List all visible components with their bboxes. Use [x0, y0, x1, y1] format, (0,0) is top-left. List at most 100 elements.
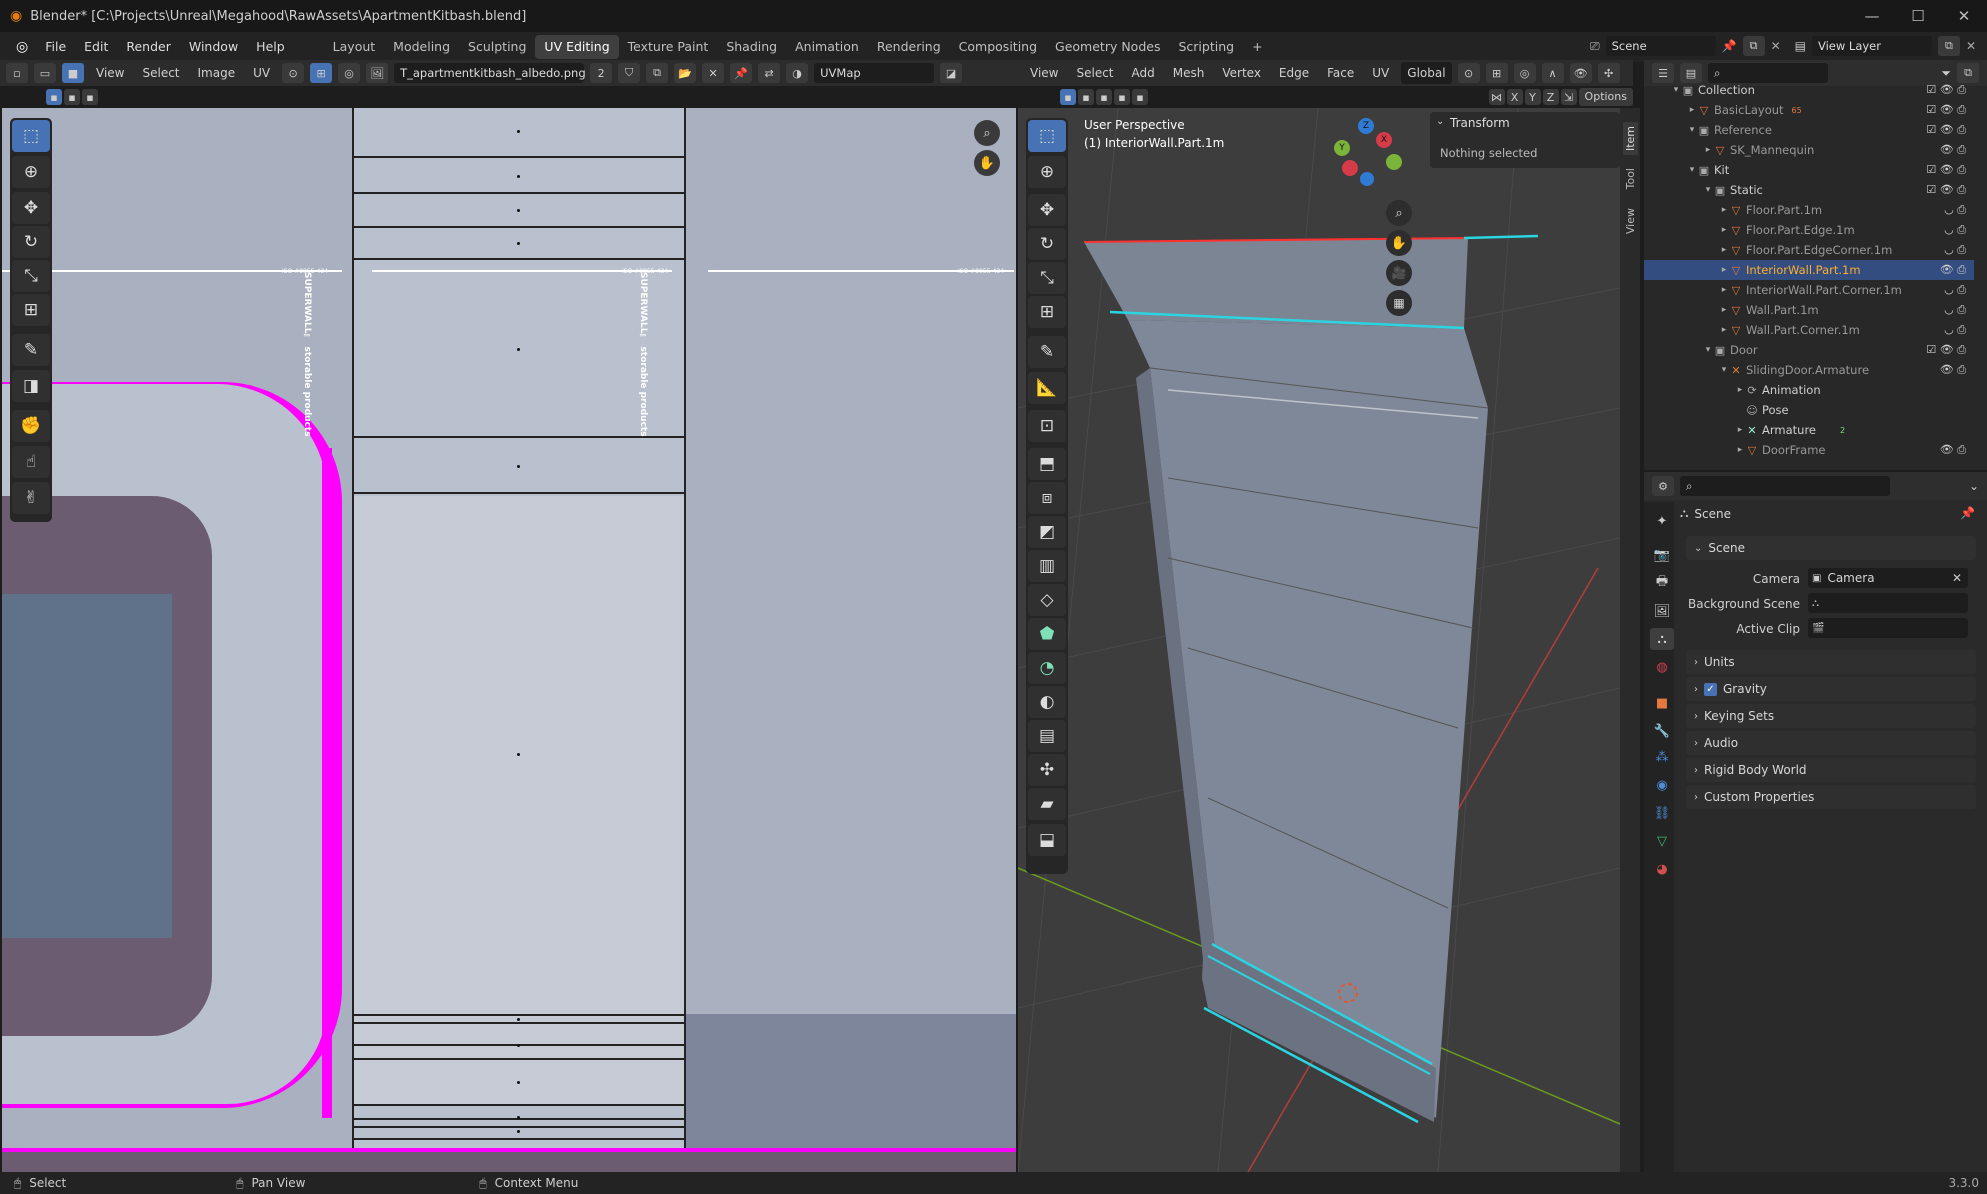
object-tab-icon[interactable]: ■	[1650, 692, 1674, 714]
image-users-count[interactable]: 2	[590, 63, 613, 83]
expand-arrow-icon[interactable]: ›	[1694, 738, 1698, 749]
visibility-toggles[interactable]: ☑ 👁 ⎙	[1926, 183, 1966, 197]
pivot-point-icon[interactable]: ⊙	[1457, 63, 1480, 83]
expand-arrow-icon[interactable]: ▸	[1718, 305, 1730, 315]
options-dropdown[interactable]: Options	[1578, 88, 1633, 106]
vp-zoom-icon[interactable]: ⌕	[1386, 200, 1412, 226]
image-name-field[interactable]: T_apartmentkitbash_albedo.png	[394, 63, 586, 83]
visibility-toggles[interactable]: 👁 ⎙	[1940, 443, 1966, 457]
outliner-item-interiorwall-part[interactable]: ▸ ▽ InteriorWall.Part.1m 👁 ⎙	[1644, 260, 1974, 280]
expand-arrow-icon[interactable]: ▾	[1686, 125, 1698, 135]
expand-arrow-icon[interactable]: ▸	[1718, 265, 1730, 275]
tool-settings-tab-icon[interactable]: ✦	[1650, 510, 1674, 532]
vp-inset-tool-icon[interactable]: ⧈	[1028, 482, 1066, 514]
transform-panel-title[interactable]: Transform	[1450, 116, 1510, 130]
uv-map-field[interactable]: UVMap	[814, 63, 935, 83]
vertex-select-mode-icon[interactable]: ▫	[6, 63, 28, 83]
outliner-item-floor-part[interactable]: ▸ ▽ Floor.Part.1m ◡ ⎙	[1644, 200, 1974, 220]
camera-field[interactable]: ▣ Camera ✕	[1808, 568, 1968, 588]
gravity-section[interactable]: › ✓ Gravity	[1686, 677, 1976, 701]
vp-measure-tool-icon[interactable]: 📐	[1028, 372, 1066, 404]
menu-window[interactable]: Window	[180, 32, 247, 62]
tab-rendering[interactable]: Rendering	[868, 35, 950, 59]
3d-viewport[interactable]: User Perspective (1) InteriorWall.Part.1…	[1018, 108, 1620, 1172]
uv-canvas[interactable]: ISO #9955-434 ISO #9955-434 ISO #9955-43…	[2, 108, 1016, 1172]
vp-spin-tool-icon[interactable]: ◔	[1028, 652, 1066, 684]
visibility-icon[interactable]: 👁	[1569, 63, 1592, 83]
vp-rip-tool-icon[interactable]: ⬓	[1028, 824, 1066, 856]
outliner-item-kit[interactable]: ▾ ▣ Kit ☑ 👁 ⎙	[1644, 160, 1974, 180]
vp-menu-view[interactable]: View	[1024, 62, 1064, 84]
outliner-item-reference[interactable]: ▾ ▣ Reference ☑ 👁 ⎙	[1644, 120, 1974, 140]
modifier-tab-icon[interactable]: 🔧	[1650, 720, 1674, 742]
scene-panel-header[interactable]: ⌄ Scene	[1686, 536, 1976, 560]
expand-arrow-icon[interactable]: ›	[1694, 684, 1698, 695]
gizmo-neg-z-icon[interactable]	[1360, 172, 1374, 186]
outliner-item-collection[interactable]: ▾ ▣ Collection ☑ 👁 ⎙	[1644, 80, 1974, 100]
display-channels-icon[interactable]: ◪	[940, 63, 963, 83]
expand-arrow-icon[interactable]: ›	[1694, 765, 1698, 776]
uv-pan-icon[interactable]: ✋	[974, 150, 1000, 176]
delete-view-layer-icon[interactable]: ✕	[1966, 39, 1976, 53]
scene-tab-icon[interactable]: ⛬	[1650, 628, 1674, 650]
vp-smooth-tool-icon[interactable]: ◐	[1028, 686, 1066, 718]
snapping-icon[interactable]: ⊞	[1485, 63, 1508, 83]
proportional-icon[interactable]: ◎	[1513, 63, 1536, 83]
face-select-mode-icon[interactable]: ■	[62, 63, 84, 83]
visibility-toggles[interactable]: ◡ ⎙	[1944, 203, 1966, 217]
gizmo-x-icon[interactable]: X	[1376, 132, 1392, 148]
menu-file[interactable]: File	[36, 32, 75, 62]
view-layer-tab-icon[interactable]: 🖼	[1650, 600, 1674, 622]
uv-menu-image[interactable]: Image	[192, 62, 242, 84]
tab-shading[interactable]: Shading	[717, 35, 786, 59]
visibility-toggles[interactable]: ◡ ⎙	[1944, 323, 1966, 337]
fake-user-icon[interactable]: ⛉	[618, 63, 641, 83]
gizmo-neg-y-icon[interactable]	[1386, 154, 1402, 170]
world-tab-icon[interactable]: ◍	[1650, 656, 1674, 678]
expand-arrow-icon[interactable]: ▸	[1734, 425, 1746, 435]
rotate-tool-icon[interactable]: ↻	[12, 226, 50, 258]
visibility-toggles[interactable]: ◡ ⎙	[1944, 223, 1966, 237]
outliner-item-interiorwall-corner[interactable]: ▸ ▽ InteriorWall.Part.Corner.1m ◡ ⎙	[1644, 280, 1974, 300]
vp-menu-face[interactable]: Face	[1321, 62, 1360, 84]
mirror-icon[interactable]: ⋈	[1488, 89, 1505, 105]
select-box-tool-icon[interactable]: ⬚	[12, 120, 50, 152]
properties-options-icon[interactable]: ⌄	[1969, 479, 1979, 493]
vp-pan-icon[interactable]: ✋	[1386, 230, 1412, 256]
render-tab-icon[interactable]: 📷	[1650, 544, 1674, 566]
uv-select-mode-new-icon[interactable]: ▪	[46, 89, 62, 105]
custom-properties-section[interactable]: › Custom Properties	[1686, 785, 1976, 809]
expand-arrow-icon[interactable]: ▸	[1718, 205, 1730, 215]
vp-select-new-icon[interactable]: ▪	[1060, 89, 1076, 105]
visibility-toggles[interactable]: ◡ ⎙	[1944, 303, 1966, 317]
tab-uv-editing[interactable]: UV Editing	[535, 35, 619, 59]
uv-sync-icon[interactable]: ⇄	[758, 63, 781, 83]
audio-section[interactable]: › Audio	[1686, 731, 1976, 755]
clear-camera-icon[interactable]: ✕	[1952, 571, 1962, 585]
visibility-toggles[interactable]: ◡ ⎙	[1944, 283, 1966, 297]
rip-tool-icon[interactable]: ◨	[12, 370, 50, 402]
tab-compositing[interactable]: Compositing	[950, 35, 1046, 59]
outliner-item-wall-part[interactable]: ▸ ▽ Wall.Part.1m ◡ ⎙	[1644, 300, 1974, 320]
vp-menu-vertex[interactable]: Vertex	[1216, 62, 1267, 84]
gizmo-y-icon[interactable]: Y	[1334, 140, 1350, 156]
sidebar-tab-view[interactable]: View	[1623, 204, 1638, 238]
expand-arrow-icon[interactable]: ▸	[1718, 225, 1730, 235]
vp-camera-icon[interactable]: 🎥	[1386, 260, 1412, 286]
unlink-image-icon[interactable]: ✕	[702, 63, 725, 83]
gizmo-icon[interactable]: ✣	[1597, 63, 1620, 83]
scene-selector[interactable]: Scene	[1605, 36, 1716, 56]
tab-modeling[interactable]: Modeling	[384, 35, 459, 59]
uv-menu-view[interactable]: View	[90, 62, 130, 84]
move-tool-icon[interactable]: ✥	[12, 192, 50, 224]
open-image-icon[interactable]: 📂	[674, 63, 697, 83]
background-scene-field[interactable]: ⛬	[1808, 593, 1968, 613]
pin-scene-icon[interactable]: 📌	[1722, 39, 1737, 53]
expand-arrow-icon[interactable]: ▸	[1718, 325, 1730, 335]
annotate-tool-icon[interactable]: ✎	[12, 334, 50, 366]
uv-select-mode-subtract-icon[interactable]: ▪	[82, 89, 98, 105]
vp-knife-tool-icon[interactable]: ◇	[1028, 584, 1066, 616]
pinch-tool-icon[interactable]: ✌	[12, 482, 50, 514]
vp-add-cube-tool-icon[interactable]: ⊡	[1028, 410, 1066, 442]
maximize-button[interactable]: ☐	[1895, 0, 1941, 32]
